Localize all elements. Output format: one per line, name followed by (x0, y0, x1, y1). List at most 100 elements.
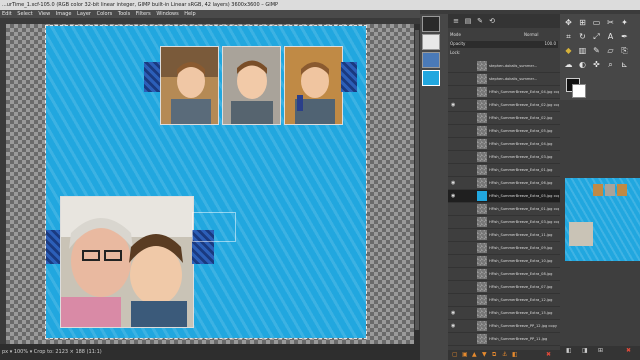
visibility-eye-icon[interactable] (451, 206, 457, 212)
rect-select-icon[interactable]: ▭ (592, 18, 601, 27)
layer-row[interactable]: stephen-dokalis_summer... (448, 60, 560, 73)
dock-icon[interactable]: ⊞ (598, 348, 604, 354)
layer-name[interactable]: HFish_SummerBreeze_Extra_05.jpg (489, 125, 559, 137)
layer-name[interactable]: HFish_SummerBreeze_Extra_06.jpg (489, 177, 559, 189)
layer-name[interactable]: HFish_SummerBreeze_PP_11.jpg (489, 333, 559, 345)
layer-row[interactable]: HFish_SummerBreeze_Extra_03.jpg copy (448, 216, 560, 229)
clone-icon[interactable]: ⎘ (620, 46, 629, 55)
layer-list[interactable]: stephen-dokalis_summer... stephen-dokalis… (448, 60, 560, 350)
raise-icon[interactable]: ▲ (472, 352, 478, 358)
layer-row[interactable]: ◉ HFish_SummerBreeze_Extra_02.jpg copy (448, 99, 560, 112)
visibility-eye-icon[interactable] (451, 115, 457, 121)
new-group-icon[interactable]: ▣ (462, 352, 468, 358)
layer-row[interactable]: HFish_SummerBreeze_Extra_04.jpg (448, 138, 560, 151)
layer-name[interactable]: HFish_SummerBreeze_Extra_05.jpg copy (489, 190, 559, 202)
layer-name[interactable]: stephen-dokalis_summer... (489, 73, 559, 85)
visibility-eye-icon[interactable] (451, 258, 457, 264)
visibility-eye-icon[interactable] (451, 232, 457, 238)
visibility-eye-icon[interactable] (451, 89, 457, 95)
smudge-icon[interactable]: ☁ (564, 60, 573, 69)
visibility-eye-icon[interactable]: ◉ (451, 193, 457, 199)
new-layer-icon[interactable]: ▢ (452, 352, 458, 358)
paths-tool-icon[interactable]: ✒ (620, 32, 629, 41)
layer-name[interactable]: HFish_SummerBreeze_Extra_11.jpg (489, 229, 559, 241)
opacity-value[interactable]: 100.0 (545, 41, 556, 46)
layer-row[interactable]: ◉ HFish_SummerBreeze_Extra_15.jpg (448, 307, 560, 320)
layer-row[interactable]: HFish_SummerBreeze_Extra_07.jpg (448, 281, 560, 294)
opacity-row[interactable]: Opacity 100.0 (450, 41, 558, 48)
visibility-eye-icon[interactable] (451, 154, 457, 160)
layer-row[interactable]: stephen-dokalis_summer... (448, 73, 560, 86)
photo-thumb-3[interactable] (284, 46, 343, 125)
eraser-icon[interactable]: ▱ (606, 46, 615, 55)
visibility-eye-icon[interactable] (451, 271, 457, 277)
gradient-icon[interactable]: ▥ (578, 46, 587, 55)
visibility-eye-icon[interactable]: ◉ (451, 310, 457, 316)
anchor-icon[interactable]: ⚓ (502, 352, 508, 358)
image-tab-2[interactable] (422, 34, 440, 50)
layer-row[interactable]: HFish_SummerBreeze_Extra_11.jpg (448, 229, 560, 242)
image-tab-4-active[interactable] (422, 70, 440, 86)
layer-name[interactable]: HFish_SummerBreeze_PP_12.jpg copy (489, 320, 559, 332)
layer-name[interactable]: HFish_SummerBreeze_Extra_01.jpg (489, 164, 559, 176)
layer-row[interactable]: HFish_SummerBreeze_Extra_10.jpg (448, 255, 560, 268)
lower-icon[interactable]: ▼ (482, 352, 488, 358)
visibility-eye-icon[interactable] (451, 167, 457, 173)
visibility-eye-icon[interactable] (451, 245, 457, 251)
menu-windows[interactable]: Windows (154, 10, 180, 18)
visibility-eye-icon[interactable] (451, 141, 457, 147)
layer-name[interactable]: HFish_SummerBreeze_Extra_15.jpg (489, 307, 559, 319)
layer-row[interactable]: ◉ HFish_SummerBreeze_Extra_06.jpg (448, 177, 560, 190)
layer-row[interactable]: HFish_SummerBreeze_Extra_02.jpg (448, 112, 560, 125)
layer-row[interactable]: HFish_SummerBreeze_PP_11.jpg (448, 333, 560, 346)
layer-name[interactable]: stephen-dokalis_summer... (489, 60, 559, 72)
layer-name[interactable]: HFish_SummerBreeze_Extra_10.jpg (489, 255, 559, 267)
delete-layer-icon[interactable]: ✖ (546, 352, 552, 358)
visibility-eye-icon[interactable] (451, 219, 457, 225)
layer-name[interactable]: HFish_SummerBreeze_Extra_12.jpg (489, 294, 559, 306)
fuzzy-select-icon[interactable]: ✦ (620, 18, 629, 27)
image-canvas[interactable] (6, 24, 414, 344)
layer-row[interactable]: HFish_SummerBreeze_Extra_09.jpg (448, 242, 560, 255)
layer-name[interactable]: HFish_SummerBreeze_Extra_09.jpg (489, 242, 559, 254)
visibility-eye-icon[interactable]: ◉ (451, 102, 457, 108)
history-tab-icon[interactable]: ⟲ (488, 17, 496, 25)
crop-guide[interactable] (192, 212, 236, 242)
menu-select[interactable]: Select (15, 10, 34, 18)
menu-colors[interactable]: Colors (95, 10, 115, 18)
visibility-eye-icon[interactable] (451, 284, 457, 290)
scale-tool-icon[interactable]: ⤢ (592, 32, 601, 41)
background-color-swatch[interactable] (572, 84, 586, 98)
layer-name[interactable]: HFish_SummerBreeze_Extra_03.jpg (489, 151, 559, 163)
layer-name[interactable]: HFish_SummerBreeze_Extra_02.jpg (489, 112, 559, 124)
photo-thumb-1[interactable] (160, 46, 219, 125)
layer-row[interactable]: HFish_SummerBreeze_Extra_04.jpg copy (448, 86, 560, 99)
lasso-icon[interactable]: ✂ (606, 18, 615, 27)
visibility-eye-icon[interactable]: ◉ (451, 323, 457, 329)
dock-icon[interactable]: ◧ (566, 348, 572, 354)
menu-image[interactable]: Image (54, 10, 74, 18)
menu-help[interactable]: Help (182, 10, 197, 18)
image-layer[interactable] (45, 25, 367, 339)
layer-row[interactable]: ◉ HFish_SummerBreeze_PP_12.jpg copy (448, 320, 560, 333)
visibility-eye-icon[interactable] (451, 76, 457, 82)
mask-icon[interactable]: ◧ (512, 352, 518, 358)
paths-tab-icon[interactable]: ✎ (476, 17, 484, 25)
visibility-eye-icon[interactable]: ◉ (451, 180, 457, 186)
channels-tab-icon[interactable]: ▤ (464, 17, 472, 25)
align-tool-icon[interactable]: ⊞ (578, 18, 587, 27)
zoom-icon[interactable]: ⌕ (606, 60, 615, 69)
layer-name[interactable]: HFish_SummerBreeze_Extra_03.jpg copy (489, 216, 559, 228)
image-tab-3[interactable] (422, 52, 440, 68)
image-tab-1[interactable] (422, 16, 440, 32)
layer-row[interactable]: HFish_SummerBreeze_Extra_12.jpg (448, 294, 560, 307)
layer-name[interactable]: HFish_SummerBreeze_Extra_04.jpg (489, 138, 559, 150)
menu-edit[interactable]: Edit (0, 10, 14, 18)
color-picker-icon[interactable]: ✜ (592, 60, 601, 69)
photo-thumb-2[interactable] (222, 46, 281, 125)
dock-delete-icon[interactable]: ✖ (626, 348, 632, 354)
visibility-eye-icon[interactable] (451, 297, 457, 303)
layer-name[interactable]: HFish_SummerBreeze_Extra_07.jpg (489, 281, 559, 293)
layer-row[interactable]: HFish_SummerBreeze_Extra_01.jpg copy (448, 203, 560, 216)
layer-row[interactable]: ◉ HFish_SummerBreeze_Extra_05.jpg copy (448, 190, 560, 203)
